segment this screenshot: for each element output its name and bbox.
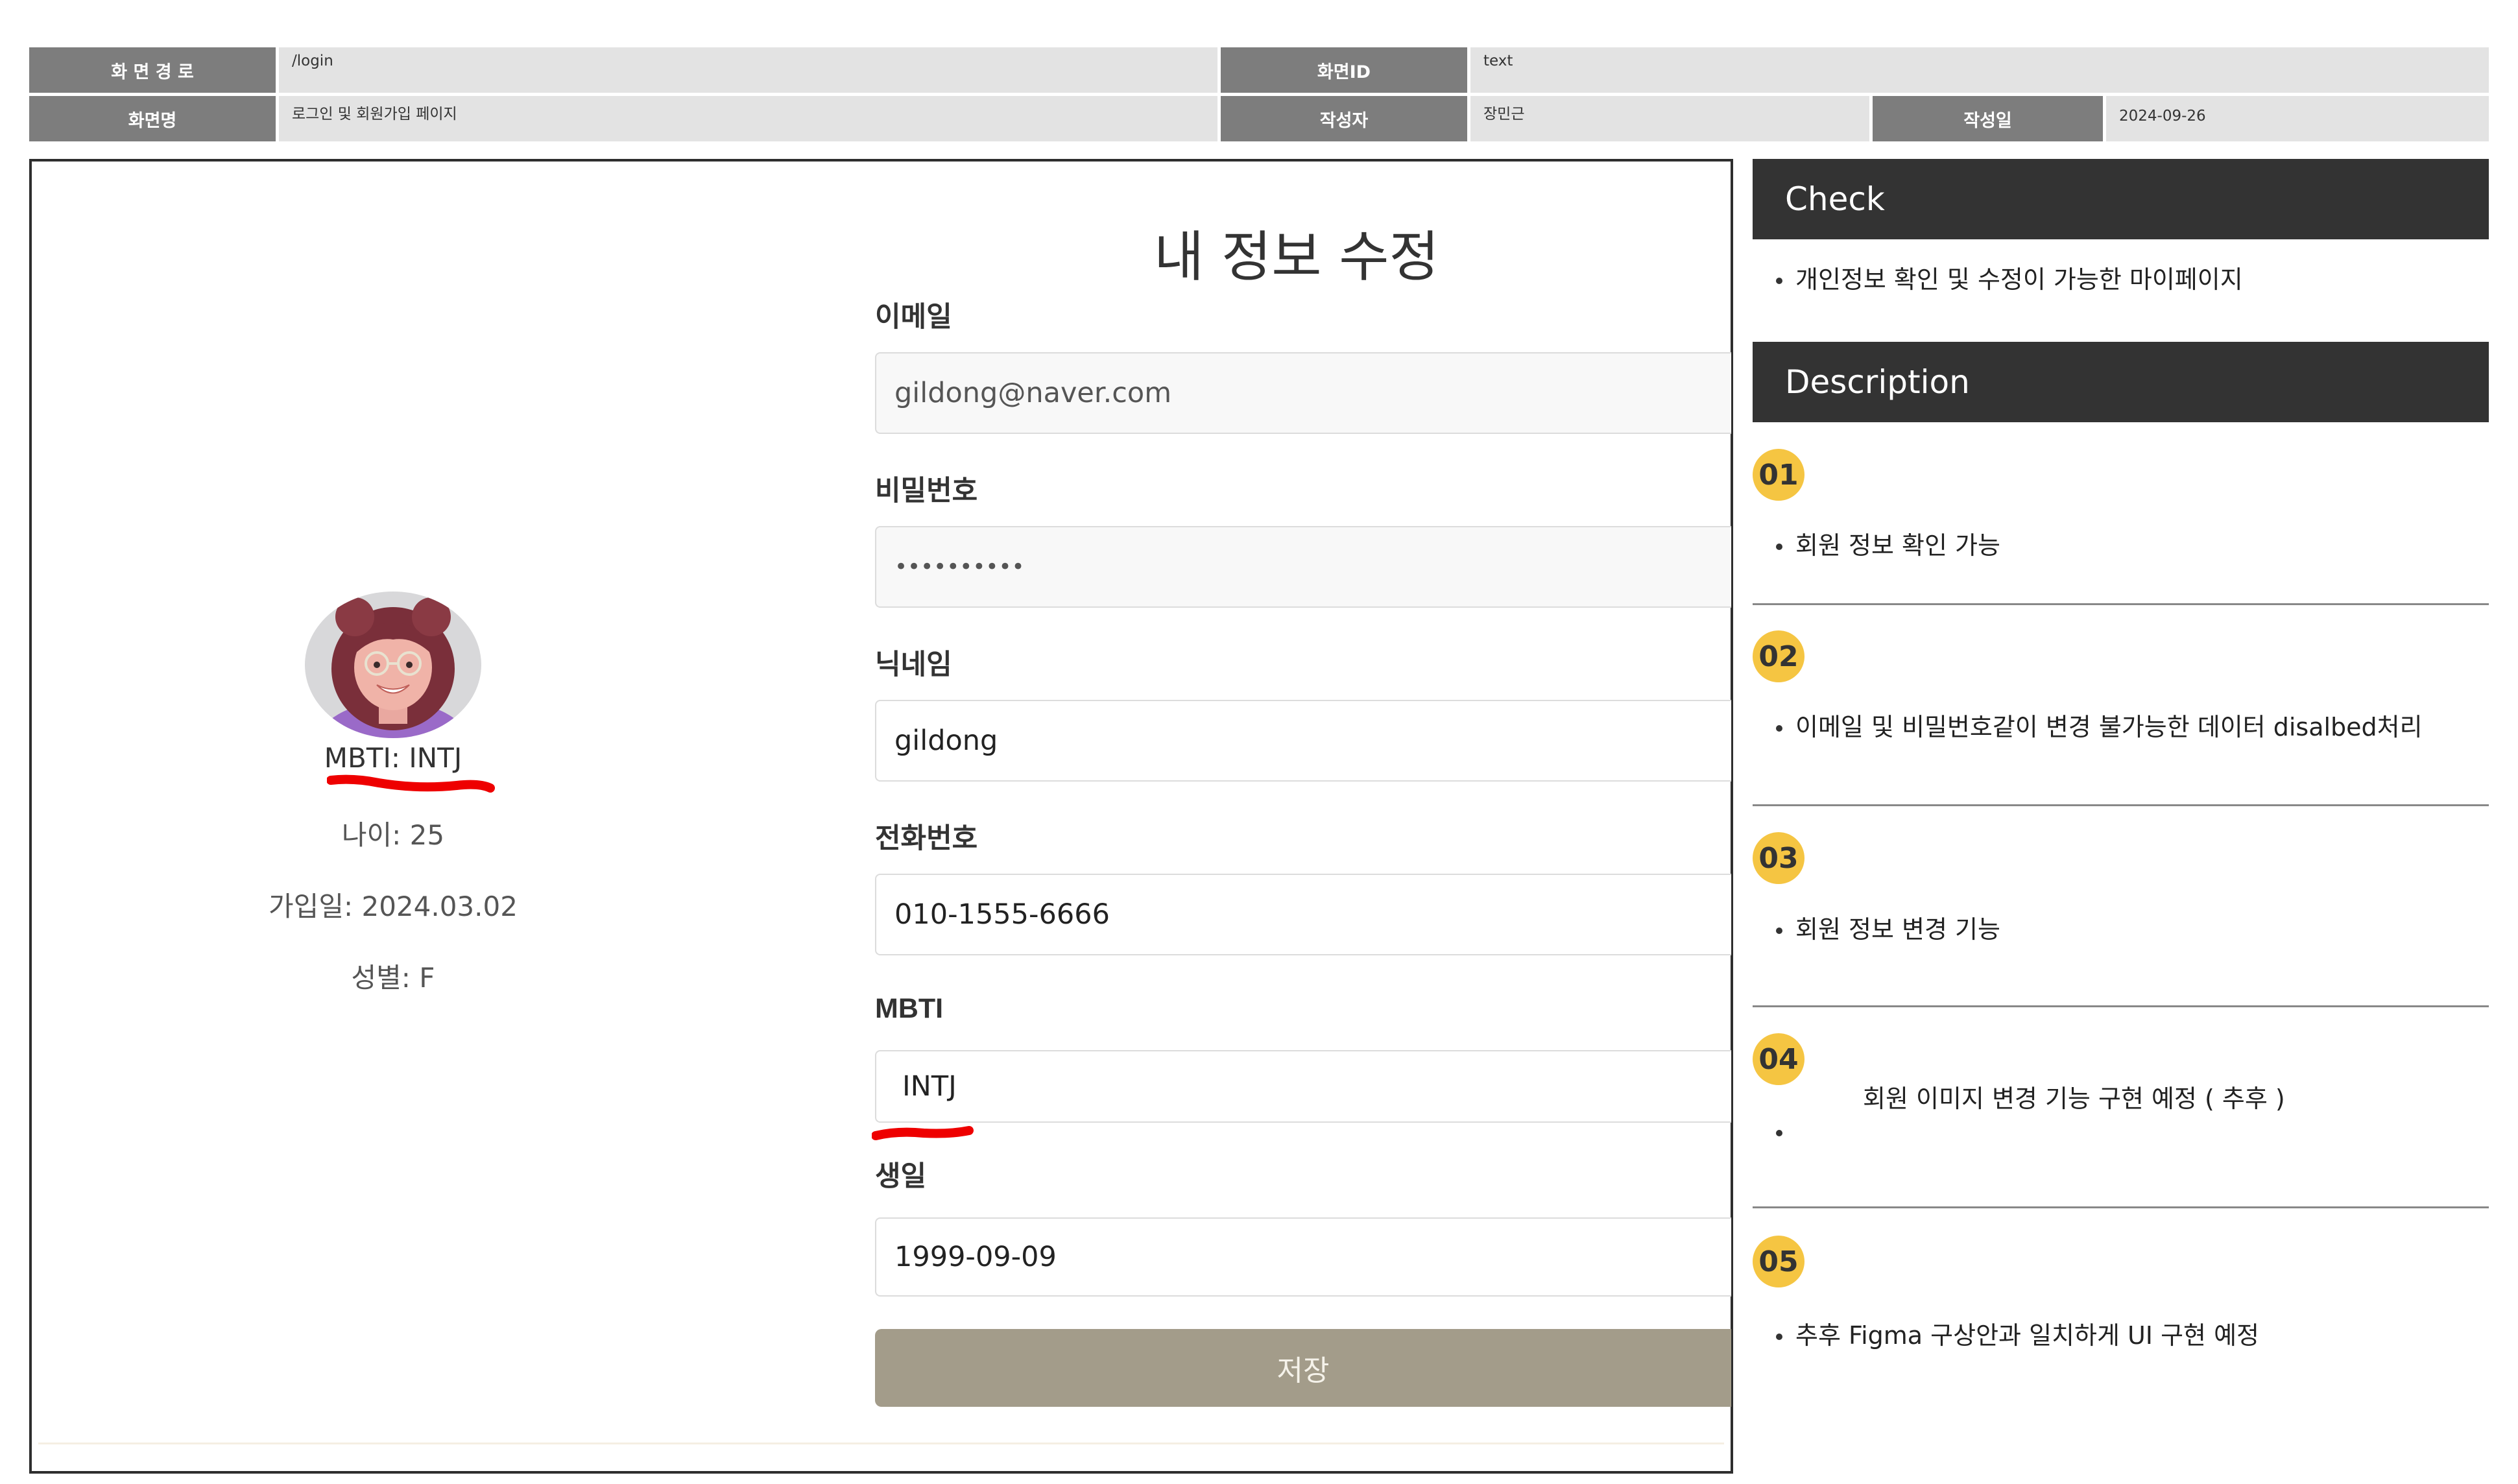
divider: [1753, 1005, 2489, 1007]
birth-label: 생일: [875, 1160, 927, 1193]
author-label: 작성자: [1221, 96, 1467, 141]
bullet-icon: [1776, 1334, 1782, 1340]
avatar[interactable]: [304, 591, 482, 739]
description-item: 회원 정보 확인 가능: [1795, 531, 2000, 560]
nickname-label: 닉네임: [875, 649, 952, 681]
screen-name-label: 화면명: [29, 96, 276, 141]
description-item: 추후 Figma 구상안과 일치하게 UI 구현 예정: [1795, 1321, 2260, 1350]
mbti-label: MBTI: [875, 993, 944, 1024]
check-item: 개인정보 확인 및 수정이 가능한 마이페이지: [1795, 265, 2243, 294]
divider: [1753, 603, 2489, 605]
description-header: Description: [1753, 342, 2489, 422]
number-badge: 05: [1753, 1236, 1805, 1287]
screen-id-value: text: [1470, 47, 2489, 93]
path-value: /login: [279, 47, 1217, 93]
number-badge: 03: [1753, 832, 1805, 884]
password-field[interactable]: ••••••••••: [875, 526, 1731, 608]
save-button[interactable]: 저장: [875, 1329, 1731, 1407]
screen-mockup: MBTI: INTJ 나이: 25 가입일: 2024.03.02 성별: F …: [29, 159, 1733, 1474]
number-badge: 01: [1753, 449, 1805, 501]
mbti-select[interactable]: INTJ: [875, 1050, 1731, 1123]
description-item: 회원 정보 변경 기능: [1795, 915, 2000, 944]
phone-label: 전화번호: [875, 822, 978, 855]
birth-date-field[interactable]: 1999-09-09: [875, 1217, 1731, 1297]
bullet-icon: [1776, 928, 1782, 934]
description-item: 회원 이미지 변경 기능 구현 예정 ( 추후 ): [1863, 1084, 2285, 1113]
path-label: 화 면 경 로: [29, 47, 276, 93]
number-badge: 02: [1753, 630, 1805, 682]
profile-mbti: MBTI: INTJ: [324, 742, 462, 774]
profile-age: 나이: 25: [341, 819, 445, 851]
email-field[interactable]: gildong@naver.com: [875, 352, 1731, 434]
profile-gender: 성별: F: [351, 962, 435, 994]
screen-id-label: 화면ID: [1221, 47, 1467, 93]
date-label: 작성일: [1873, 96, 2103, 141]
description-item: 이메일 및 비밀번호같이 변경 불가능한 데이터 disalbed처리: [1795, 713, 2423, 741]
profile-joined: 가입일: 2024.03.02: [269, 891, 518, 922]
check-header: Check: [1753, 159, 2489, 239]
bullet-icon: [1776, 278, 1782, 284]
screen-name-value: 로그인 및 회원가입 페이지: [279, 96, 1217, 141]
bullet-icon: [1776, 544, 1782, 550]
avatar-image: [305, 592, 481, 738]
divider: [1753, 1206, 2489, 1208]
divider: [1753, 804, 2489, 806]
password-label: 비밀번호: [875, 475, 978, 507]
annotation-underline: [327, 774, 495, 793]
bullet-icon: [1776, 1130, 1782, 1136]
divider: [38, 1442, 1724, 1444]
nickname-field[interactable]: gildong: [875, 700, 1731, 782]
email-label: 이메일: [875, 301, 952, 333]
phone-field[interactable]: 010-1555-6666: [875, 874, 1731, 955]
author-value: 장민근: [1470, 96, 1869, 141]
number-badge: 04: [1753, 1033, 1805, 1085]
annotation-underline: [872, 1126, 974, 1140]
page-title: 내 정보 수정: [1154, 225, 1439, 289]
date-value: 2024-09-26: [2106, 96, 2489, 141]
bullet-icon: [1776, 725, 1782, 732]
